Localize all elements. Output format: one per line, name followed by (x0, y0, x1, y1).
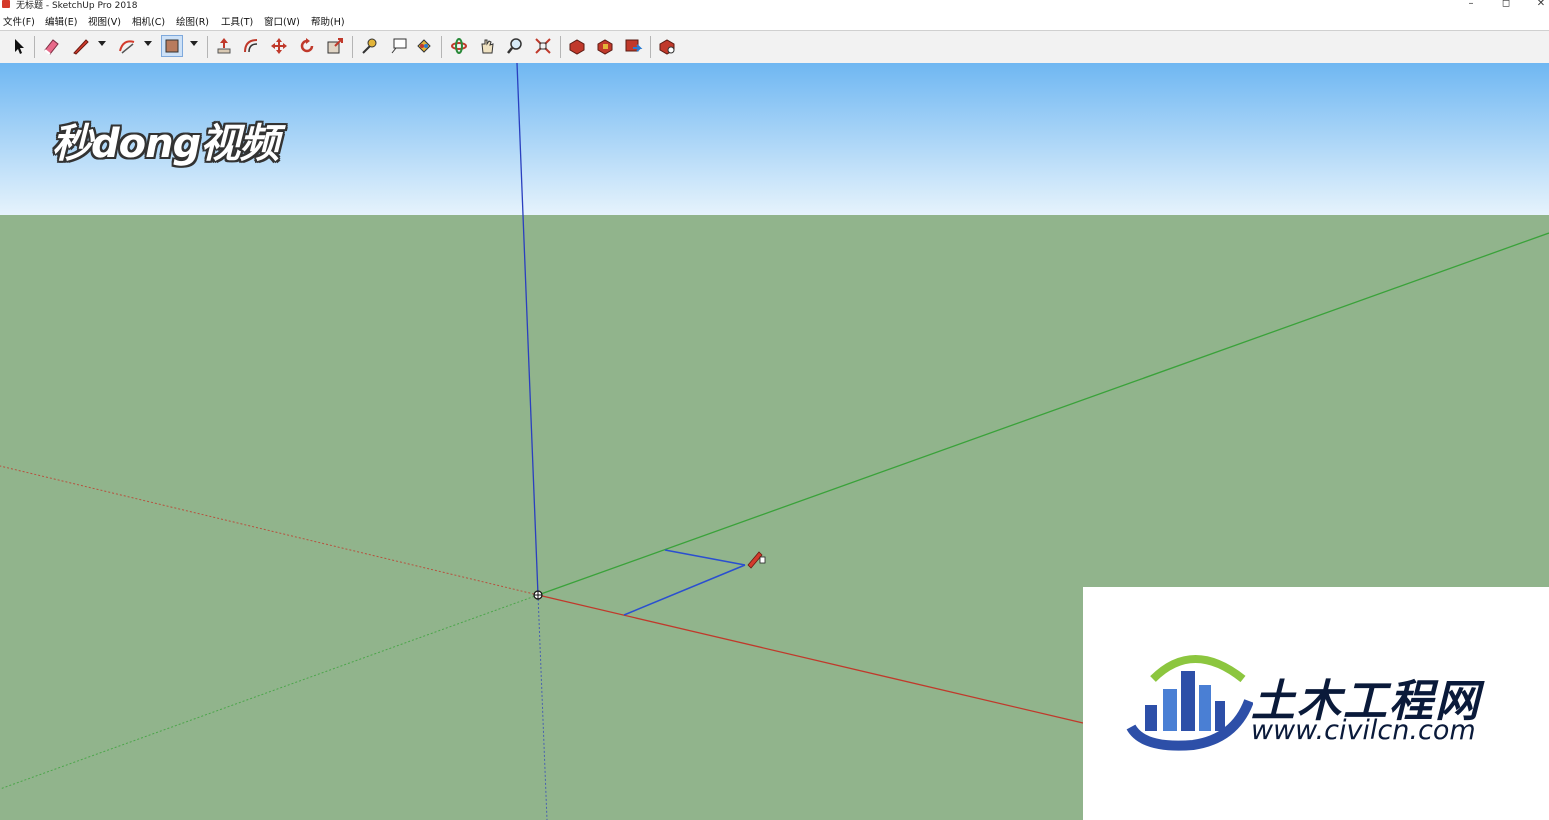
logo-site-url: www.civilcn.com (1251, 715, 1476, 746)
offset-icon[interactable] (240, 35, 262, 57)
chevron-down-icon[interactable] (190, 41, 198, 46)
zoom-extents-icon[interactable] (532, 35, 554, 57)
extension-warehouse-icon[interactable] (594, 35, 616, 57)
push-pull-icon[interactable] (213, 35, 235, 57)
toolbar-separator (34, 36, 35, 58)
layout-icon[interactable] (622, 35, 644, 57)
menu-edit[interactable]: 编辑(E) (45, 14, 77, 28)
sketchup-app-icon (2, 0, 10, 8)
toolbar-separator (207, 36, 208, 58)
3d-warehouse-icon[interactable] (566, 35, 588, 57)
arc-icon[interactable] (116, 35, 138, 57)
select-icon[interactable] (8, 35, 30, 57)
video-watermark: 秒dong视频 (52, 121, 279, 167)
close-button[interactable]: ✕ (1531, 0, 1549, 9)
chevron-down-icon[interactable] (98, 41, 106, 46)
window-title: 无标题 - SketchUp Pro 2018 (16, 1, 138, 11)
eraser-icon[interactable] (40, 35, 62, 57)
toolbar-separator (352, 36, 353, 58)
pan-icon[interactable] (476, 35, 498, 57)
menu-file[interactable]: 文件(F) (3, 14, 35, 28)
line-pencil-icon[interactable] (70, 35, 92, 57)
menu-tools[interactable]: 工具(T) (221, 14, 253, 28)
text-icon[interactable] (388, 35, 410, 57)
civilcn-logo-overlay: 土木工程网 www.civilcn.com (1083, 587, 1549, 820)
menu-camera[interactable]: 相机(C) (132, 14, 165, 28)
zoom-icon[interactable] (504, 35, 526, 57)
restore-button[interactable]: ◻ (1496, 0, 1516, 9)
scale-icon[interactable] (324, 35, 346, 57)
menu-draw[interactable]: 绘图(R) (176, 14, 209, 28)
paint-bucket-icon[interactable] (413, 35, 435, 57)
rotate-icon[interactable] (296, 35, 318, 57)
menu-view[interactable]: 视图(V) (88, 14, 121, 28)
toolbar-separator (441, 36, 442, 58)
chevron-down-icon[interactable] (144, 41, 152, 46)
origin-marker (533, 590, 543, 600)
title-bar: 无标题 - SketchUp Pro 2018 – ◻ ✕ (0, 0, 1549, 12)
large-toolset-toolbar (0, 30, 1549, 64)
menu-window[interactable]: 窗口(W) (264, 14, 300, 28)
move-icon[interactable] (268, 35, 290, 57)
extension-manager-icon[interactable] (656, 35, 678, 57)
minimize-button[interactable]: – (1461, 0, 1481, 9)
shape-rectangle-icon[interactable] (161, 35, 183, 57)
toolbar-separator (650, 36, 651, 58)
orbit-icon[interactable] (448, 35, 470, 57)
toolbar-separator (560, 36, 561, 58)
tape-measure-icon[interactable] (358, 35, 380, 57)
menu-bar: 文件(F) 编辑(E) 视图(V) 相机(C) 绘图(R) 工具(T) 窗口(W… (0, 12, 1549, 29)
menu-help[interactable]: 帮助(H) (311, 14, 345, 28)
civilcn-logo-icon (1126, 655, 1253, 751)
